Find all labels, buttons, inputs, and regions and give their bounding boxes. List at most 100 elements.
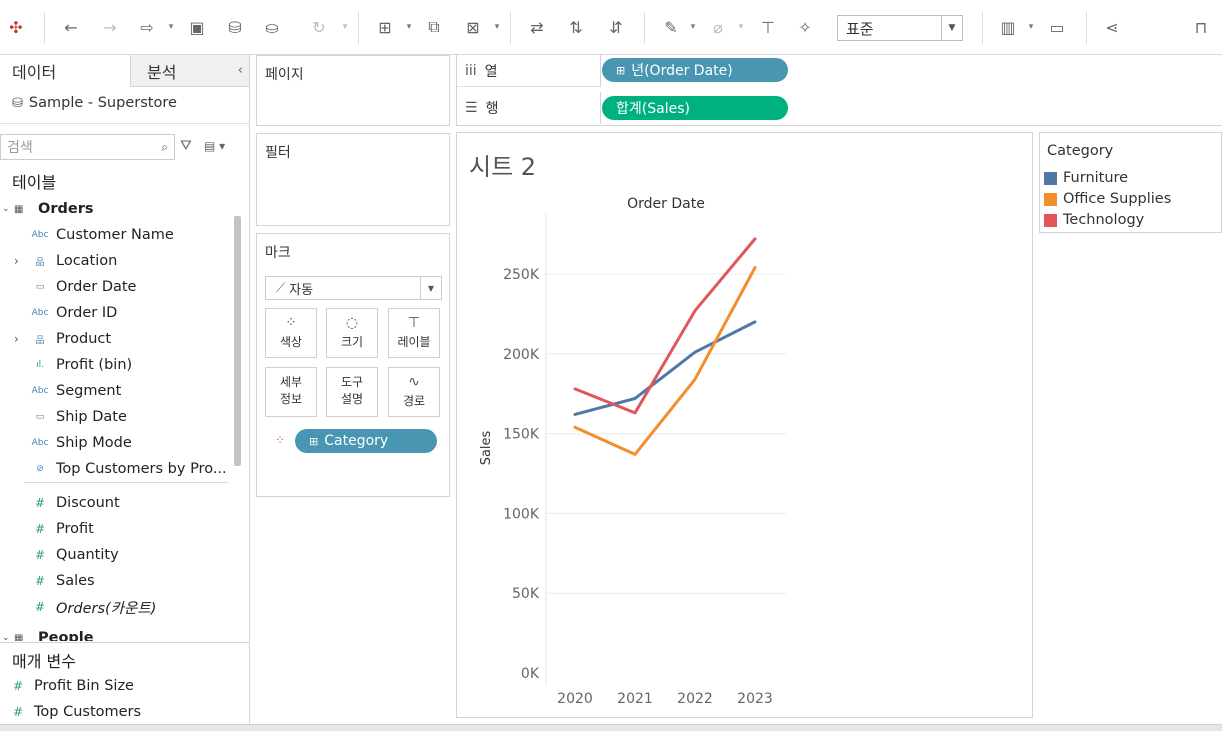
- line-mark-icon: ⟋: [276, 280, 286, 296]
- filters-shelf[interactable]: 필터: [256, 133, 450, 226]
- mark-type-select[interactable]: ⟋ 자동 ▼: [265, 276, 442, 300]
- filter-icon[interactable]: ⛛: [180, 138, 192, 154]
- collapse-icon[interactable]: ‹: [238, 63, 243, 78]
- sort-desc-icon[interactable]: ⇵: [603, 14, 629, 40]
- toolbar-divider: [44, 12, 45, 44]
- legend-swatch: [1044, 192, 1057, 206]
- mark-type-value: 자동: [289, 282, 314, 298]
- legend-item[interactable]: Office Supplies: [1044, 189, 1171, 209]
- new-datasource-icon[interactable]: ⛁: [222, 14, 248, 40]
- field-item[interactable]: Abc Segment: [0, 378, 229, 404]
- field-item[interactable]: ıl. Profit (bin): [0, 352, 229, 378]
- field-name: Top Customers: [34, 704, 142, 720]
- table-people[interactable]: ⌄ ▦ People: [0, 625, 229, 641]
- color-button[interactable]: ⁘ 색상: [265, 308, 317, 358]
- pause-update-icon[interactable]: ⛀: [259, 14, 285, 40]
- search-input[interactable]: 검색 ⌕: [0, 134, 175, 160]
- label-button[interactable]: ⊤ 레이블: [388, 308, 440, 358]
- pin-icon[interactable]: ✧: [792, 14, 818, 40]
- field-item[interactable]: # Profit: [0, 516, 229, 542]
- view-canvas[interactable]: 시트 2 0K 50K 100K 150K 200K 250K 2020 2021 2022 20…: [456, 132, 1033, 718]
- chevron-right-icon[interactable]: ›: [14, 332, 19, 346]
- field-item[interactable]: ▭ Ship Date: [0, 404, 229, 430]
- table-name: Orders: [38, 201, 94, 217]
- replay-dropdown-icon[interactable]: ▾: [166, 14, 176, 40]
- tab-analysis[interactable]: 분석 ‹: [131, 55, 249, 87]
- sort-asc-icon[interactable]: ⇅: [563, 14, 589, 40]
- size-button[interactable]: ◌ 크기: [326, 308, 378, 358]
- replay-icon[interactable]: ⇨: [134, 14, 160, 40]
- datasource-item[interactable]: ⛁ Sample - Superstore: [12, 95, 177, 111]
- field-name: Orders(카운트): [56, 600, 157, 617]
- path-label: 경로: [402, 394, 426, 408]
- divider: [0, 642, 249, 643]
- new-worksheet-icon[interactable]: ⊞: [372, 14, 398, 40]
- size-icon: ◌: [345, 315, 359, 331]
- new-worksheet-dropdown-icon[interactable]: ▾: [404, 14, 414, 40]
- detail-button[interactable]: 세부 정보: [265, 367, 317, 417]
- save-icon[interactable]: ▣: [184, 14, 210, 40]
- duplicate-icon[interactable]: ⧉: [421, 14, 447, 40]
- field-item[interactable]: › 品 Product: [0, 326, 229, 352]
- label-label: 레이블: [397, 335, 431, 349]
- group-dropdown-icon[interactable]: ▾: [736, 14, 746, 40]
- tooltip-button[interactable]: 도구 설명: [326, 367, 378, 417]
- field-item[interactable]: # Orders(카운트): [0, 594, 229, 620]
- label-icon[interactable]: ⊤: [755, 14, 781, 40]
- field-list[interactable]: ⌄ ▦ Orders Abc Customer Name › 品 Location ▭ Or…: [0, 196, 229, 641]
- toolbar-divider: [982, 12, 983, 44]
- rows-shelf-label: ☰ 행: [457, 92, 601, 124]
- field-item[interactable]: Abc Order ID: [0, 300, 229, 326]
- rows-pill[interactable]: 합계(Sales): [602, 96, 788, 120]
- fit-select[interactable]: 표준 ▼: [837, 15, 963, 41]
- tab-data[interactable]: 데이터: [0, 55, 131, 87]
- line-chart[interactable]: 0K 50K 100K 150K 200K 250K 2020 2021 2022 2023 Ord…: [457, 133, 1032, 717]
- refresh-icon[interactable]: ↻: [306, 14, 332, 40]
- group-icon[interactable]: ⌀: [705, 14, 731, 40]
- legend-label: Technology: [1063, 212, 1145, 228]
- table-orders[interactable]: ⌄ ▦ Orders: [0, 196, 229, 222]
- chevron-right-icon[interactable]: ›: [14, 254, 19, 268]
- refresh-dropdown-icon[interactable]: ▾: [340, 14, 350, 40]
- field-item[interactable]: Abc Customer Name: [0, 222, 229, 248]
- field-item[interactable]: ⊘ Top Customers by Pro...: [0, 456, 229, 482]
- clear-dropdown-icon[interactable]: ▾: [492, 14, 502, 40]
- undo-icon[interactable]: ←: [58, 14, 84, 40]
- presentation-icon[interactable]: ▭: [1044, 14, 1070, 40]
- field-item[interactable]: # Quantity: [0, 542, 229, 568]
- highlight-dropdown-icon[interactable]: ▾: [688, 14, 698, 40]
- field-item[interactable]: # Top Customers: [0, 699, 229, 725]
- field-item[interactable]: Abc Ship Mode: [0, 430, 229, 456]
- field-item[interactable]: ▭ Order Date: [0, 274, 229, 300]
- field-name: Location: [56, 253, 118, 269]
- view-options-icon[interactable]: ▤ ▾: [204, 139, 225, 153]
- clear-sheet-icon[interactable]: ⊠: [460, 14, 486, 40]
- legend-item[interactable]: Furniture: [1044, 168, 1128, 188]
- field-list-scrollbar[interactable]: [234, 216, 241, 466]
- legend-item[interactable]: Technology: [1044, 210, 1144, 230]
- legend-swatch: [1044, 213, 1057, 227]
- legend-title: Category: [1047, 143, 1114, 159]
- path-button[interactable]: ∿ 경로: [388, 367, 440, 417]
- field-item[interactable]: # Profit Bin Size: [0, 673, 229, 699]
- toolbar-divider: [644, 12, 645, 44]
- field-item[interactable]: # Sales: [0, 568, 229, 594]
- tableau-logo-icon[interactable]: ✣: [3, 14, 29, 40]
- field-item[interactable]: # Discount: [0, 490, 229, 516]
- field-name: Order ID: [56, 305, 118, 321]
- columns-pill[interactable]: ⊞ 년(Order Date): [602, 58, 788, 82]
- marks-card: 마크 ⟋ 자동 ▼ ⁘ 색상 ◌ 크기 ⊤ 레이블 세부 정보 도구 설명 ∿ 경로 ⁘…: [256, 233, 450, 497]
- pin-right-icon[interactable]: ⊓: [1188, 14, 1214, 40]
- size-label: 크기: [340, 335, 364, 349]
- swap-icon[interactable]: ⇄: [524, 14, 550, 40]
- field-item[interactable]: › 品 Location: [0, 248, 229, 274]
- table-icon: ▦: [14, 203, 24, 215]
- highlight-icon[interactable]: ✎: [658, 14, 684, 40]
- legend-swatch: [1044, 171, 1057, 185]
- redo-icon[interactable]: →: [97, 14, 123, 40]
- category-color-pill[interactable]: ⊞ Category: [295, 429, 437, 453]
- share-icon[interactable]: ⋖: [1099, 14, 1125, 40]
- show-me-dropdown-icon[interactable]: ▾: [1026, 14, 1036, 40]
- show-me-icon[interactable]: ▥: [995, 14, 1021, 40]
- pages-shelf[interactable]: 페이지: [256, 55, 450, 126]
